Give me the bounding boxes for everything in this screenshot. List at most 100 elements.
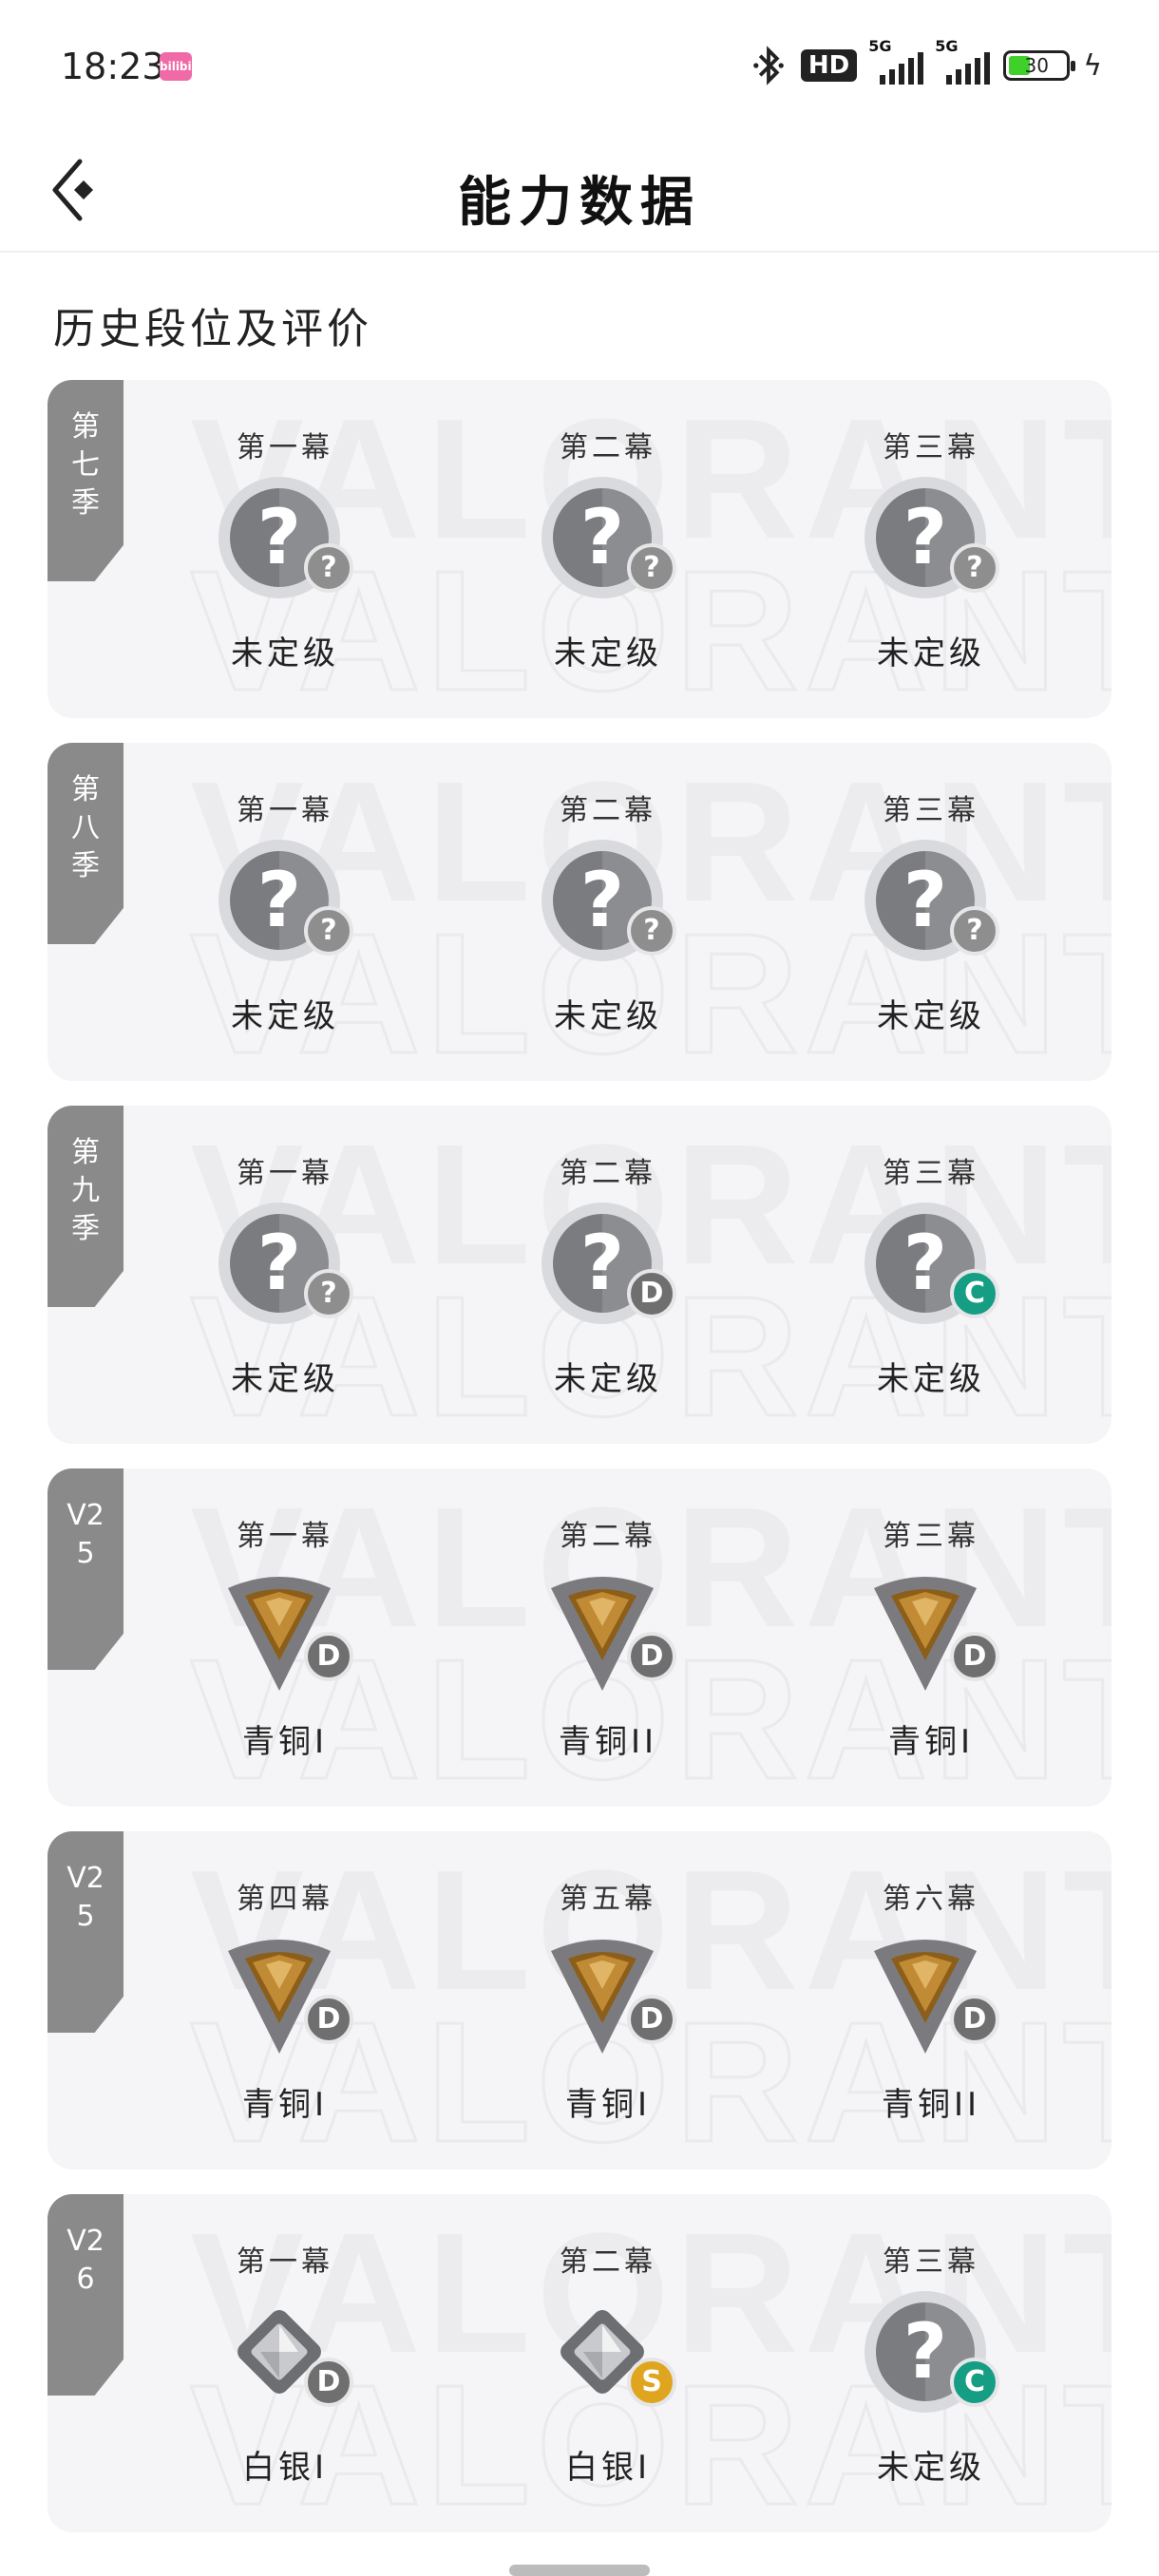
act-item[interactable]: 第二幕?? 未定级: [513, 424, 703, 673]
season-tag-label: 第九季: [71, 1136, 100, 1245]
performance-grade-badge: D: [950, 1995, 999, 2044]
performance-grade-badge: D: [627, 1995, 676, 2044]
act-item[interactable]: 第三幕?? 未定级: [836, 424, 1026, 673]
act-item[interactable]: 第三幕 D 青铜I: [836, 1512, 1026, 1762]
rank-name: 未定级: [877, 2449, 985, 2487]
status-time: 18:23: [61, 46, 165, 87]
act-label: 第一幕: [237, 2245, 333, 2279]
performance-grade-badge: S: [627, 2358, 676, 2407]
season-tag-label: 第七季: [71, 410, 100, 520]
act-item[interactable]: 第一幕?? 未定级: [190, 786, 380, 1036]
act-label: 第二幕: [560, 431, 656, 464]
act-label: 第六幕: [883, 1883, 979, 1916]
season-tag: V25: [48, 1468, 124, 1670]
act-label: 第四幕: [237, 1883, 333, 1916]
rank-name: 未定级: [554, 997, 662, 1035]
season-card: VALORANT VALORANT 第七季 第一幕?? 未定级 第二幕?? 未定级 第三幕??…: [48, 380, 1112, 718]
season-card-list: VALORANT VALORANT 第七季 第一幕?? 未定级 第二幕?? 未定级 第三幕??…: [48, 380, 1112, 2557]
act-row: 第一幕?? 未定级 第二幕?? 未定级 第三幕?? 未定级: [190, 786, 1112, 1071]
season-tag: 第九季: [48, 1106, 124, 1307]
rank-name: 未定级: [554, 635, 662, 672]
season-tag: V26: [48, 2194, 124, 2396]
battery-icon: 30: [1003, 50, 1076, 81]
act-row: 第四幕 D 青铜I 第五幕 D 青铜I 第六幕 D 青铜II: [190, 1875, 1112, 2160]
act-label: 第一幕: [237, 1520, 333, 1553]
season-tag: 第八季: [48, 743, 124, 944]
signal-icon: 5G: [868, 37, 924, 85]
rank-badge: D: [218, 1928, 353, 2061]
rank-badge: ??: [218, 840, 353, 973]
performance-grade-badge: ?: [304, 543, 353, 593]
performance-grade-badge: D: [304, 2358, 353, 2407]
performance-grade-badge: ?: [627, 543, 676, 593]
page-title: 能力数据: [458, 172, 701, 234]
top-app-bar: 能力数据: [0, 133, 1159, 253]
act-label: 第二幕: [560, 2245, 656, 2279]
act-item[interactable]: 第四幕 D 青铜I: [190, 1875, 380, 2125]
rank-badge: ? C: [864, 1203, 999, 1335]
performance-grade-badge: ?: [627, 906, 676, 956]
act-label: 第二幕: [560, 1520, 656, 1553]
act-item[interactable]: 第三幕 ? C 未定级: [836, 2238, 1026, 2488]
season-card: VALORANT VALORANT 第九季 第一幕?? 未定级 第二幕? D 未定级 第三幕? C…: [48, 1106, 1112, 1444]
performance-grade-badge: D: [950, 1632, 999, 1681]
season-tag-label: 第八季: [71, 773, 100, 882]
act-item[interactable]: 第二幕?? 未定级: [513, 786, 703, 1036]
act-row: 第一幕?? 未定级 第二幕? D 未定级 第三幕? C 未定级: [190, 1149, 1112, 1434]
rank-badge: ??: [864, 477, 999, 610]
season-card: VALORANT VALORANT 第八季 第一幕?? 未定级 第二幕?? 未定级 第三幕??…: [48, 743, 1112, 1081]
performance-grade-badge: D: [304, 1632, 353, 1681]
performance-grade-badge: ?: [950, 906, 999, 956]
act-item[interactable]: 第二幕 ? D 未定级: [513, 1149, 703, 1399]
rank-name: 青铜I: [564, 2086, 652, 2124]
status-icons: HD 5G 5G 30 ϟ: [750, 37, 1102, 89]
act-row: 第一幕 D 青铜I 第二幕 D 青铜II 第三幕 D 青铜I: [190, 1512, 1112, 1797]
rank-badge: ??: [864, 840, 999, 973]
rank-badge: ? C: [864, 2291, 999, 2424]
rank-name: 白银I: [241, 2449, 329, 2487]
act-item[interactable]: 第一幕?? 未定级: [190, 1149, 380, 1399]
rank-name: 未定级: [231, 635, 339, 672]
act-item[interactable]: 第一幕 D 青铜I: [190, 1512, 380, 1762]
act-item[interactable]: 第一幕 D 白银I: [190, 2238, 380, 2488]
performance-grade-badge: C: [950, 2358, 999, 2407]
performance-grade-badge: ?: [304, 906, 353, 956]
season-tag-label: V26: [66, 2225, 104, 2296]
season-card: VALORANT VALORANT V25 第一幕 D 青铜I 第二幕 D 青铜II 第三幕 D 青铜…: [48, 1468, 1112, 1807]
act-row: 第一幕 D 白银I 第二幕 S 白银I 第三幕 ? C 未定级: [190, 2238, 1112, 2523]
act-item[interactable]: 第三幕?? 未定级: [836, 786, 1026, 1036]
act-item[interactable]: 第三幕 ? C 未定级: [836, 1149, 1026, 1399]
rank-name: 白银I: [564, 2449, 652, 2487]
battery-level: 30: [1024, 54, 1049, 77]
act-label: 第三幕: [883, 1520, 979, 1553]
act-label: 第一幕: [237, 1157, 333, 1190]
rank-badge: D: [542, 1565, 676, 1698]
rank-name: 未定级: [231, 1360, 339, 1398]
performance-grade-badge: D: [627, 1632, 676, 1681]
act-item[interactable]: 第五幕 D 青铜I: [513, 1875, 703, 2125]
act-label: 第一幕: [237, 794, 333, 827]
scroll-indicator: [509, 2565, 650, 2576]
rank-badge: ??: [218, 1203, 353, 1335]
rank-badge: ? D: [542, 1203, 676, 1335]
rank-badge: S: [542, 2291, 676, 2424]
act-item[interactable]: 第一幕?? 未定级: [190, 424, 380, 673]
act-label: 第三幕: [883, 2245, 979, 2279]
performance-grade-badge: D: [627, 1269, 676, 1318]
act-label: 第一幕: [237, 431, 333, 464]
rank-name: 青铜II: [881, 2086, 981, 2124]
season-tag: V25: [48, 1831, 124, 2033]
season-tag: 第七季: [48, 380, 124, 581]
performance-grade-badge: ?: [950, 543, 999, 593]
performance-grade-badge: D: [304, 1995, 353, 2044]
act-item[interactable]: 第二幕 S 白银I: [513, 2238, 703, 2488]
season-card: VALORANT VALORANT V25 第四幕 D 青铜I 第五幕 D 青铜I 第六幕 D 青铜I…: [48, 1831, 1112, 2169]
rank-name: 未定级: [231, 997, 339, 1035]
act-item[interactable]: 第六幕 D 青铜II: [836, 1875, 1026, 2125]
signal-icon-2: 5G: [935, 37, 991, 85]
rank-name: 未定级: [554, 1360, 662, 1398]
act-label: 第五幕: [560, 1883, 656, 1916]
act-item[interactable]: 第二幕 D 青铜II: [513, 1512, 703, 1762]
charging-icon: ϟ: [1083, 48, 1102, 83]
rank-badge: D: [218, 2291, 353, 2424]
